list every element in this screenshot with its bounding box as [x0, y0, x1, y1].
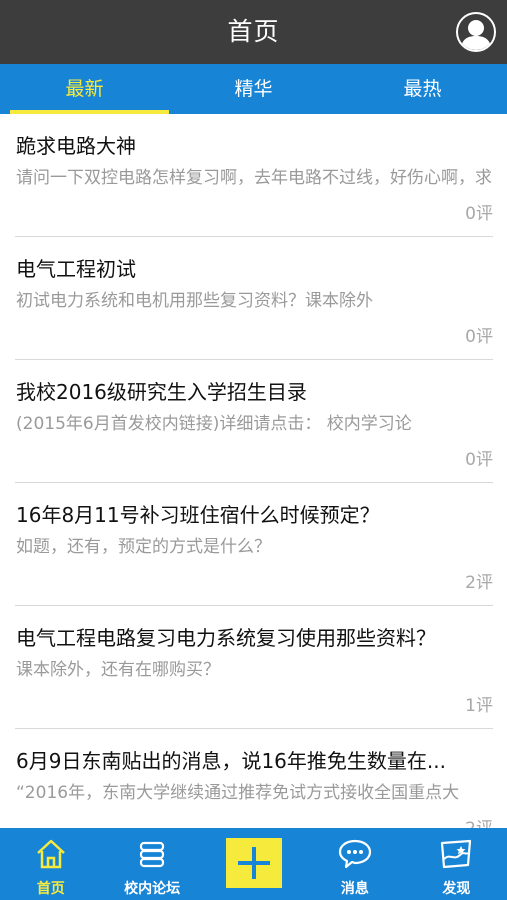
post-title: 我校2016级研究生入学招生目录	[16, 380, 307, 404]
tab-featured[interactable]: 精华	[169, 64, 338, 114]
comment-count: 2评	[465, 573, 493, 593]
post-summary: “2016年，东南大学继续通过推荐免试方式接收全国重点大	[16, 783, 460, 803]
nav-messages[interactable]: 消息	[304, 828, 405, 900]
post-summary: 初试电力系统和电机用那些复习资料？课本除外	[16, 291, 373, 311]
comment-count: 1评	[465, 696, 493, 716]
tab-bar: 最新 精华 最热	[0, 64, 507, 114]
post-list: 跪求电路大神 请问一下双控电路怎样复习啊，去年电路不过线，好伤心啊，求 0评 电…	[0, 114, 507, 828]
top-bar: 首页	[0, 0, 507, 64]
post-title: 6月9日东南贴出的消息，说16年推免生数量在...	[16, 749, 446, 773]
forum-icon	[135, 837, 169, 875]
list-item[interactable]: 16年8月11号补习班住宿什么时候预定？ 如题，还有，预定的方式是什么？ 2评	[15, 483, 493, 606]
discover-icon	[438, 837, 474, 875]
post-title: 16年8月11号补习班住宿什么时候预定？	[16, 503, 380, 527]
nav-add-post[interactable]	[203, 828, 304, 900]
nav-label: 发现	[442, 881, 471, 897]
plus-button[interactable]	[225, 838, 282, 888]
plus-icon	[237, 847, 270, 879]
list-item[interactable]: 我校2016级研究生入学招生目录 (2015年6月首发校内链接)详细请点击： 校…	[15, 360, 493, 483]
nav-home[interactable]: 首页	[0, 828, 101, 900]
user-avatar-icon[interactable]	[456, 12, 496, 52]
post-summary: 请问一下双控电路怎样复习啊，去年电路不过线，好伤心啊，求	[16, 168, 492, 188]
comment-count: 0评	[465, 450, 493, 470]
bottom-nav-bar: 首页 校内论坛 消息 发现	[0, 828, 507, 900]
list-item[interactable]: 电气工程初试 初试电力系统和电机用那些复习资料？课本除外 0评	[15, 237, 493, 360]
message-icon	[337, 837, 373, 875]
list-item[interactable]: 6月9日东南贴出的消息，说16年推免生数量在... “2016年，东南大学继续通…	[15, 729, 493, 828]
post-title: 电气工程初试	[16, 257, 136, 281]
page-title: 首页	[227, 17, 280, 46]
nav-discover[interactable]: 发现	[406, 828, 507, 900]
comment-count: 0评	[465, 327, 493, 347]
post-summary: 如题，还有，预定的方式是什么？	[16, 537, 271, 557]
post-summary: (2015年6月首发校内链接)详细请点击： 校内学习论	[16, 414, 412, 434]
comment-count: 0评	[465, 204, 493, 224]
nav-label: 首页	[36, 881, 65, 897]
nav-label: 校内论坛	[124, 881, 181, 897]
list-item[interactable]: 跪求电路大神 请问一下双控电路怎样复习啊，去年电路不过线，好伤心啊，求 0评	[15, 114, 493, 237]
nav-label: 消息	[340, 881, 369, 897]
post-title: 跪求电路大神	[16, 134, 136, 158]
comment-count: 2评	[465, 814, 493, 828]
tab-hottest[interactable]: 最热	[338, 64, 507, 114]
nav-forum[interactable]: 校内论坛	[101, 828, 202, 900]
home-icon	[34, 837, 68, 875]
post-title: 电气工程电路复习电力系统复习使用那些资料？	[16, 626, 436, 650]
tab-latest[interactable]: 最新	[0, 64, 169, 114]
list-item[interactable]: 电气工程电路复习电力系统复习使用那些资料？ 课本除外，还有在哪购买？ 1评	[15, 606, 493, 729]
post-summary: 课本除外，还有在哪购买？	[16, 660, 220, 680]
